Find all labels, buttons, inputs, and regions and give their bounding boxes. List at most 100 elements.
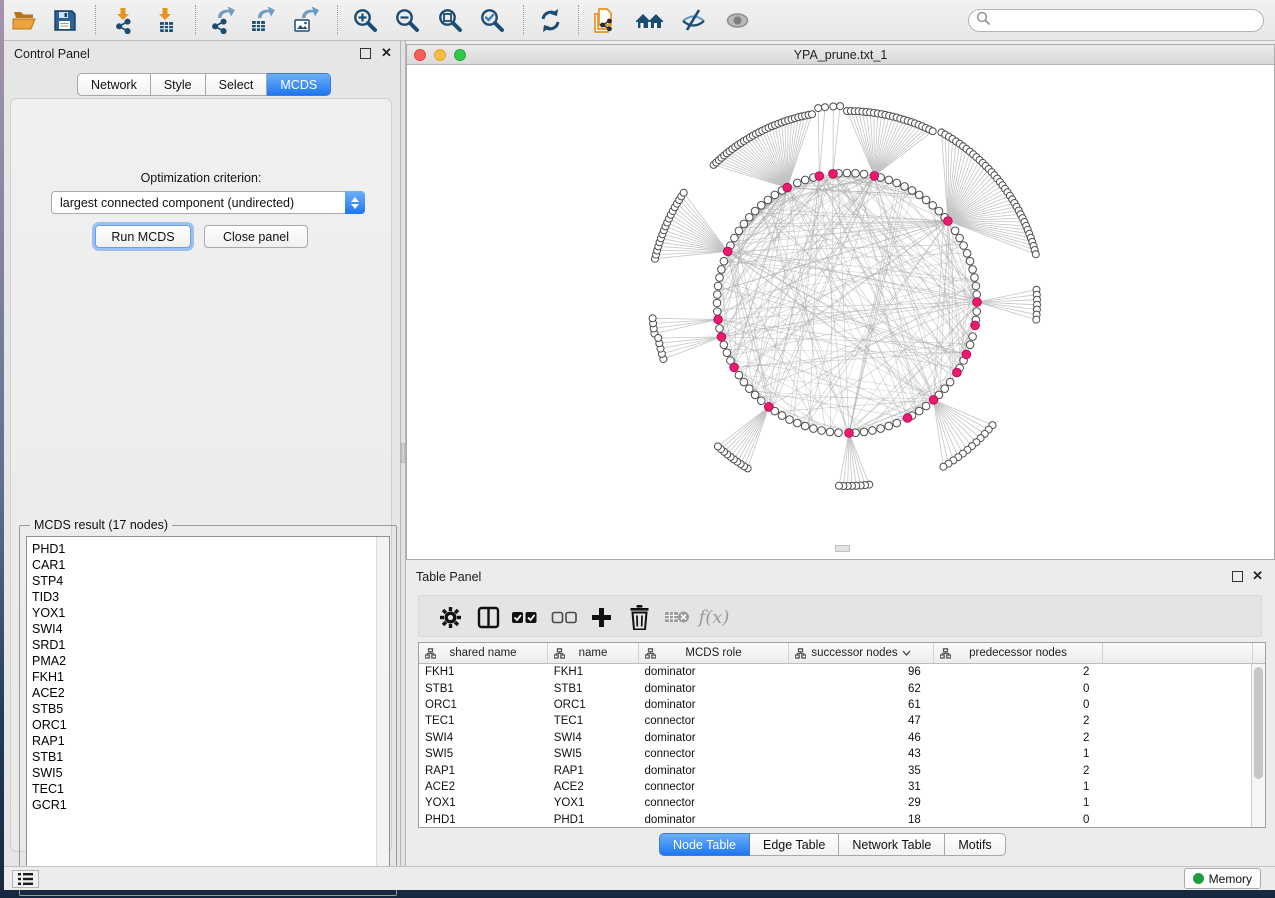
zoom-fit-icon[interactable]	[433, 3, 467, 37]
table-row[interactable]: STB1STB1dominator620	[419, 680, 1251, 696]
export-network-icon[interactable]	[205, 3, 239, 37]
mcds-result-item[interactable]: PHD1	[27, 541, 375, 557]
mcds-result-item[interactable]: PMA2	[27, 653, 375, 669]
tab-network[interactable]: Network	[77, 73, 151, 96]
float-panel-icon[interactable]	[360, 48, 371, 59]
mcds-result-item[interactable]: STB5	[27, 701, 375, 717]
mcds-result-item[interactable]: TID3	[27, 589, 375, 605]
hide-selected-icon[interactable]	[676, 3, 710, 37]
mcds-result-item[interactable]: SWI4	[27, 621, 375, 637]
column-header-predecessor-nodes[interactable]: predecessor nodes	[934, 643, 1103, 663]
tab-network-table[interactable]: Network Table	[839, 833, 945, 856]
splitter-grip-icon[interactable]	[401, 443, 405, 463]
mcds-result-item[interactable]: ORC1	[27, 717, 375, 733]
table-cell: 31	[788, 781, 933, 793]
tab-edge-table[interactable]: Edge Table	[750, 833, 839, 856]
mcds-result-item[interactable]: SRD1	[27, 637, 375, 653]
columns-icon[interactable]	[471, 600, 505, 634]
table-scrollbar-thumb[interactable]	[1254, 667, 1263, 779]
table-scrollbar[interactable]	[1251, 664, 1265, 827]
zoom-in-icon[interactable]	[348, 3, 382, 37]
mcds-result-item[interactable]: ACE2	[27, 685, 375, 701]
mcds-result-item[interactable]: CAR1	[27, 557, 375, 573]
result-list-scrollbar[interactable]	[376, 537, 389, 888]
home-icon[interactable]	[633, 3, 667, 37]
export-image-icon[interactable]	[288, 3, 322, 37]
table-row[interactable]: SWI4SWI4dominator462	[419, 730, 1251, 746]
gear-icon[interactable]	[433, 600, 467, 634]
table-row[interactable]: SWI5SWI5connector431	[419, 746, 1251, 762]
column-header-successor-nodes[interactable]: successor nodes	[789, 643, 934, 663]
network-canvas[interactable]	[407, 65, 1274, 559]
open-file-icon[interactable]	[7, 3, 41, 37]
run-mcds-button[interactable]: Run MCDS	[95, 225, 191, 248]
tab-select[interactable]: Select	[206, 73, 268, 96]
network-window-title: YPA_prune.txt_1	[407, 48, 1274, 62]
search-box[interactable]	[968, 9, 1264, 32]
mcds-result-item[interactable]: GCR1	[27, 797, 375, 813]
column-header-empty	[1103, 643, 1253, 663]
table-row[interactable]: TEC1TEC1connector472	[419, 713, 1251, 729]
zoom-selected-icon[interactable]	[475, 3, 509, 37]
column-label: predecessor nodes	[969, 647, 1067, 659]
control-panel-tabs: NetworkStyleSelectMCDS	[77, 73, 331, 96]
refresh-icon[interactable]	[533, 3, 567, 37]
mcds-result-item[interactable]: TEC1	[27, 781, 375, 797]
tab-motifs[interactable]: Motifs	[945, 833, 1005, 856]
canvas-splitter-grip-icon[interactable]	[835, 545, 850, 552]
float-table-panel-icon[interactable]	[1232, 571, 1243, 582]
table-cell: ORC1	[548, 699, 639, 711]
table-cell: 43	[788, 748, 933, 760]
tab-node-table[interactable]: Node Table	[659, 833, 750, 856]
network-window-titlebar[interactable]: YPA_prune.txt_1	[407, 45, 1274, 65]
mcds-result-item[interactable]: FKH1	[27, 669, 375, 685]
mcds-result-item[interactable]: STP4	[27, 573, 375, 589]
delete-row-icon[interactable]	[622, 600, 656, 634]
optimization-criterion-dropdown[interactable]: largest connected component (undirected)	[51, 191, 365, 214]
mcds-result-item[interactable]: RAP1	[27, 733, 375, 749]
deselect-all-icon[interactable]	[547, 600, 581, 634]
export-table-icon[interactable]	[245, 3, 279, 37]
mcds-result-legend: MCDS result (17 nodes)	[30, 518, 172, 532]
sort-icon	[902, 647, 911, 659]
table-row[interactable]: ACE2ACE2connector311	[419, 779, 1251, 795]
table-row[interactable]: RAP1RAP1dominator352	[419, 762, 1251, 778]
import-network-icon[interactable]	[106, 3, 140, 37]
table-cell: SWI5	[419, 748, 548, 760]
mcds-result-item[interactable]: STB1	[27, 749, 375, 765]
column-header-name[interactable]: name	[548, 643, 639, 663]
column-label: shared name	[449, 647, 516, 659]
share-document-icon[interactable]	[587, 3, 621, 37]
control-panel-title: Control Panel	[14, 47, 90, 61]
mcds-result-list[interactable]: PHD1CAR1STP4TID3YOX1SWI4SRD1PMA2FKH1ACE2…	[26, 536, 390, 889]
zoom-out-icon[interactable]	[390, 3, 424, 37]
column-header-MCDS-role[interactable]: MCDS role	[639, 643, 789, 663]
save-session-icon[interactable]	[47, 3, 81, 37]
table-cell: 0	[933, 814, 1102, 826]
close-panel-icon[interactable]: ✕	[381, 45, 392, 61]
table-row[interactable]: PHD1PHD1dominator180	[419, 812, 1251, 827]
mcds-result-item[interactable]: SWI5	[27, 765, 375, 781]
show-all-icon[interactable]	[720, 3, 754, 37]
table-row[interactable]: ORC1ORC1dominator610	[419, 697, 1251, 713]
add-row-icon[interactable]	[584, 600, 618, 634]
tab-style[interactable]: Style	[151, 73, 206, 96]
search-input[interactable]	[995, 14, 1245, 28]
mcds-result-item[interactable]: YOX1	[27, 605, 375, 621]
application-window: Control Panel ✕ NetworkStyleSelectMCDS O…	[4, 0, 1275, 890]
table-header-row: shared name name MCDS role successor nod…	[419, 643, 1265, 664]
close-table-panel-icon[interactable]: ✕	[1252, 568, 1263, 584]
table-row[interactable]: YOX1YOX1connector291	[419, 795, 1251, 811]
select-all-icon[interactable]	[507, 600, 541, 634]
memory-button[interactable]: Memory	[1184, 868, 1261, 889]
control-panel: Control Panel ✕ NetworkStyleSelectMCDS O…	[4, 41, 400, 866]
table-cell: 2	[933, 732, 1102, 744]
show-panels-button[interactable]	[12, 870, 39, 888]
close-panel-button[interactable]: Close panel	[204, 225, 308, 248]
table-cell: 2	[933, 765, 1102, 777]
table-row[interactable]: FKH1FKH1dominator962	[419, 664, 1251, 680]
import-table-icon[interactable]	[148, 3, 182, 37]
column-header-shared-name[interactable]: shared name	[419, 643, 548, 663]
column-label: MCDS role	[685, 647, 741, 659]
tab-mcds[interactable]: MCDS	[267, 73, 331, 96]
